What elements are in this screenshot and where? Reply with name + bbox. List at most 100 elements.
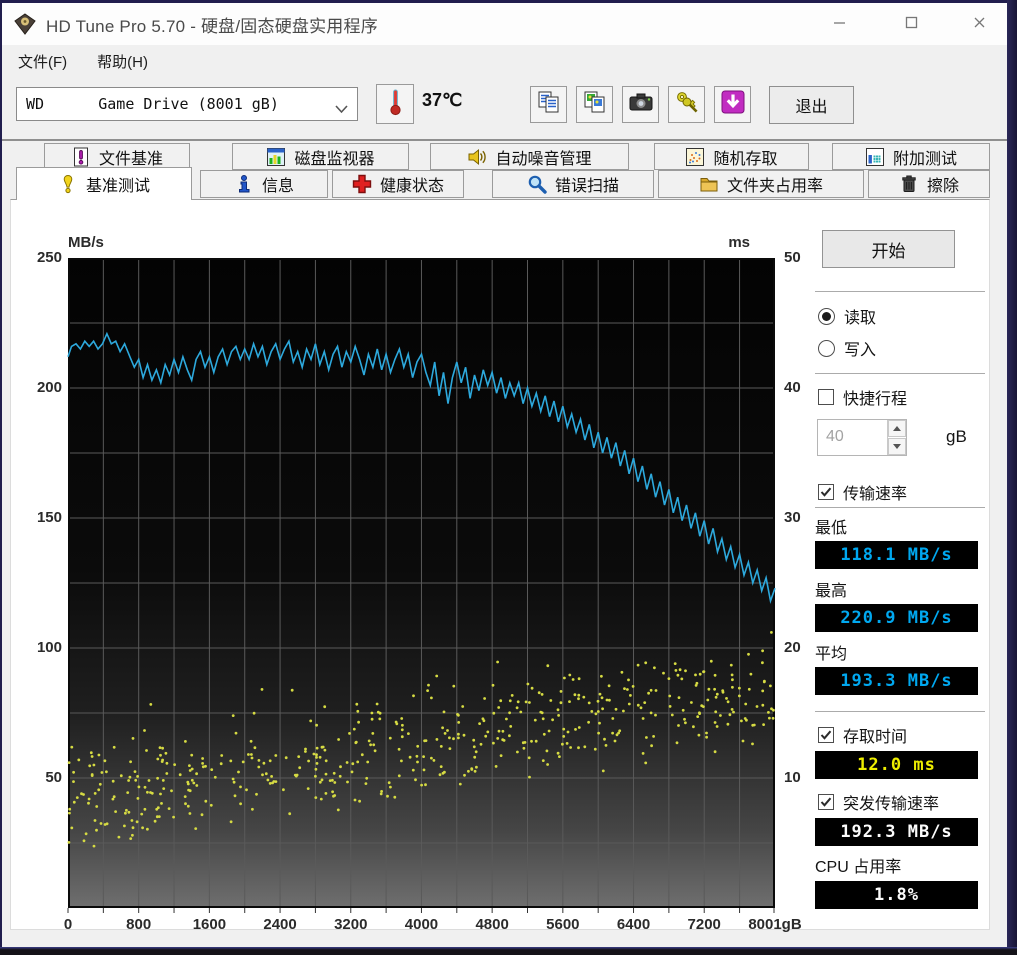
save-download-button[interactable] [714, 86, 751, 123]
temperature-button[interactable] [376, 84, 414, 124]
tab-label: 自动噪音管理 [495, 150, 592, 168]
tab-label: 健康状态 [379, 178, 444, 195]
read-radio-label: 读取 [844, 310, 877, 327]
close-icon [972, 15, 987, 35]
exclaim-icon [58, 174, 78, 194]
window-border [1007, 0, 1017, 947]
arrow-up-icon [893, 426, 901, 431]
x-tick-label: 1600 [192, 916, 227, 933]
menubar: 文件(F) 帮助(H) [2, 45, 1007, 77]
divider [815, 711, 985, 712]
temperature-value: 37℃ [422, 90, 463, 110]
maximize-button[interactable] [890, 9, 932, 41]
tab-label: 磁盘监视器 [294, 150, 375, 168]
write-option[interactable]: 写入 [818, 336, 876, 360]
write-radio-label: 写入 [844, 342, 877, 359]
x-tick-label: 5600 [546, 916, 580, 933]
y-left-tick-label: 150 [36, 509, 62, 526]
access-time-display: 12.0 ms [815, 751, 978, 779]
stepper-down-button[interactable] [888, 438, 906, 455]
copy-text-icon [536, 89, 562, 120]
avg-label: 平均 [815, 646, 848, 663]
access-time-checkbox[interactable] [818, 727, 834, 743]
tab-row1-2[interactable]: 自动噪音管理 [430, 143, 629, 170]
x-tick-label: 0 [63, 916, 73, 933]
window-border [0, 0, 1017, 3]
access-time-option[interactable]: 存取时间 [818, 723, 907, 747]
titlebar: HD Tune Pro 5.70 - 硬盘/固态硬盘实用程序 [2, 3, 1007, 45]
short-stroke-unit: gB [946, 427, 967, 446]
burst-rate-checkbox[interactable] [818, 794, 834, 810]
write-radio[interactable] [818, 339, 835, 357]
x-tick-label: 3200 [334, 916, 368, 933]
y-left-tick-label: 250 [36, 249, 62, 266]
folder-icon [699, 174, 719, 194]
extra-tests-icon [865, 147, 885, 167]
short-stroke-size-stepper[interactable]: 40 [817, 419, 907, 456]
y-right-tick-label: 50 [784, 249, 801, 266]
scan-icon [527, 174, 547, 194]
tab-label: 随机存取 [713, 150, 778, 168]
stepper-up-button[interactable] [888, 420, 906, 437]
toolbar: WD Game Drive (8001 gB) 37℃ 退出 [2, 77, 1007, 139]
speaker-icon [467, 147, 487, 167]
y-left-tick-label: 100 [36, 639, 62, 656]
y-left-unit-label: MB/s [68, 234, 104, 251]
divider [815, 373, 985, 374]
tab-label: 文件基准 [98, 150, 163, 168]
tab-label: 附加测试 [892, 150, 957, 168]
x-tick-label: 8001gB [748, 916, 802, 933]
start-button-label: 开始 [871, 241, 906, 261]
keys-button[interactable] [668, 86, 705, 123]
transfer-rate-checkbox[interactable] [818, 484, 834, 500]
y-left-tick-label: 50 [45, 769, 62, 786]
short-stroke-size-value: 40 [826, 428, 844, 445]
screen: HD Tune Pro 5.70 - 硬盘/固态硬盘实用程序 文件(F) 帮助(H… [0, 0, 1017, 955]
minimize-button[interactable] [818, 9, 860, 41]
y-right-unit-label: ms [728, 234, 750, 251]
menu-item-help[interactable]: 帮助(H) [83, 45, 162, 78]
tab-row1-1[interactable]: 磁盘监视器 [232, 143, 409, 170]
drive-select-value: WD Game Drive (8001 gB) [26, 95, 279, 113]
short-stroke-checkbox[interactable] [818, 389, 834, 405]
tab-row2-2[interactable]: 健康状态 [332, 170, 464, 198]
desktop-strip [0, 947, 1017, 955]
copy-image-button[interactable] [576, 86, 613, 123]
max-label: 最高 [815, 583, 848, 600]
copy-text-button[interactable] [530, 86, 567, 123]
tab-row1-3[interactable]: 随机存取 [654, 143, 809, 170]
screenshot-button[interactable] [622, 86, 659, 123]
tab-row2-4[interactable]: 文件夹占用率 [658, 170, 864, 198]
tab-label: 信息 [261, 178, 294, 195]
random-dots-icon [685, 147, 705, 167]
minimize-icon [832, 15, 847, 35]
stepper-buttons [887, 420, 906, 455]
hdtune-window: HD Tune Pro 5.70 - 硬盘/固态硬盘实用程序 文件(F) 帮助(H… [0, 0, 1017, 947]
close-button[interactable] [958, 9, 1000, 41]
exit-button[interactable]: 退出 [769, 86, 854, 124]
tab-row1-4[interactable]: 附加测试 [832, 143, 990, 170]
tab-row2-1[interactable]: 信息 [200, 170, 328, 198]
short-stroke-option[interactable]: 快捷行程 [818, 385, 907, 409]
transfer-rate-option[interactable]: 传输速率 [818, 480, 907, 504]
tabs-area: 文件基准 磁盘监视器 自动噪音管理 随机存取 附加测试基准测试 信息 健康状态 错误扫描 文件夹… [2, 141, 1007, 200]
read-option[interactable]: 读取 [818, 304, 876, 328]
x-tick-label: 2400 [263, 916, 297, 933]
burst-rate-display: 192.3 MB/s [815, 818, 978, 846]
tab-row2-0[interactable]: 基准测试 [16, 167, 192, 200]
x-tick-label: 6400 [616, 916, 651, 933]
tab-label: 错误扫描 [554, 178, 619, 195]
tab-row2-3[interactable]: 错误扫描 [492, 170, 654, 198]
window-title: HD Tune Pro 5.70 - 硬盘/固态硬盘实用程序 [46, 16, 378, 36]
read-radio[interactable] [818, 307, 835, 325]
tab-row1-0[interactable]: 文件基准 [44, 143, 190, 170]
drive-select[interactable]: WD Game Drive (8001 gB) [16, 87, 358, 121]
start-button[interactable]: 开始 [822, 230, 955, 268]
burst-rate-option[interactable]: 突发传输速率 [818, 790, 939, 814]
tab-label: 基准测试 [85, 178, 150, 195]
chevron-down-icon [335, 101, 348, 114]
x-tick-label: 800 [126, 916, 152, 933]
max-value-display: 220.9 MB/s [815, 604, 978, 632]
tab-row2-5[interactable]: 擦除 [868, 170, 990, 198]
menu-item-file[interactable]: 文件(F) [4, 45, 81, 78]
